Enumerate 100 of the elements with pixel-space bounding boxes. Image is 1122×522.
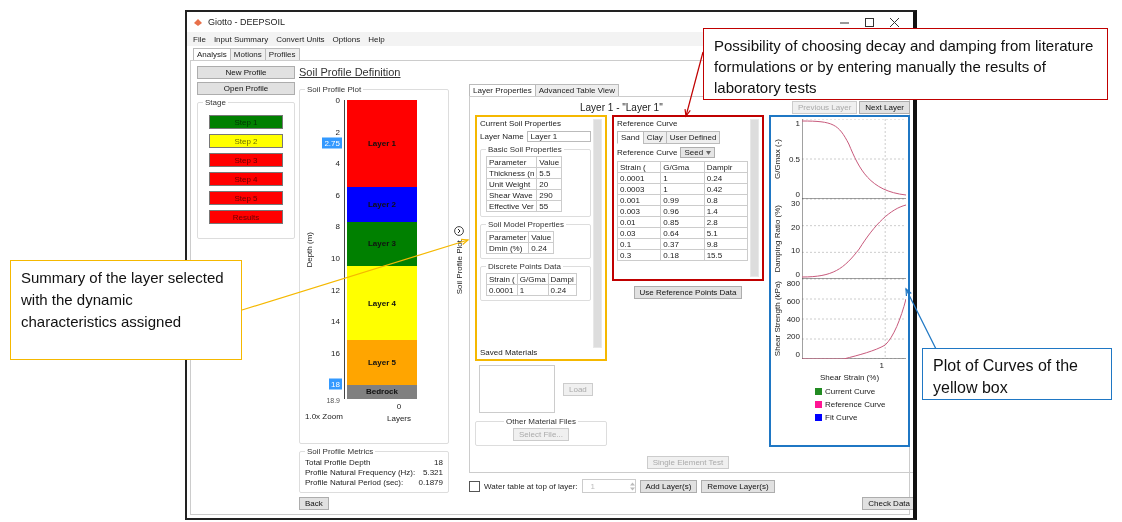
table-cell: 0.0003 bbox=[617, 183, 661, 195]
tick-label: 600 bbox=[786, 296, 800, 306]
axis-label: Shear Strength (kPa) bbox=[773, 281, 782, 357]
stage-step[interactable]: Step 2 bbox=[209, 134, 283, 148]
tick-label: 10 bbox=[331, 253, 340, 263]
group-title: Discrete Points Data bbox=[487, 262, 562, 271]
tick-label: 16 bbox=[331, 348, 340, 358]
table-cell: 0.24 bbox=[548, 284, 577, 296]
soil-layer[interactable]: Layer 3 bbox=[347, 221, 417, 267]
callout-note: Plot of Curves of the yellow box bbox=[922, 348, 1112, 400]
column-header: Parameter bbox=[486, 156, 537, 168]
tab[interactable]: Sand bbox=[617, 131, 644, 144]
table-cell: 0.24 bbox=[528, 242, 554, 254]
table-cell: 0.001 bbox=[617, 194, 661, 206]
dropdown[interactable]: Seed bbox=[680, 147, 716, 158]
metric-label: Profile Natural Period (sec): bbox=[305, 478, 404, 488]
input-field[interactable]: Layer 1 bbox=[526, 131, 591, 142]
tick-label: 0 bbox=[396, 402, 402, 411]
tick-label: 200 bbox=[786, 332, 800, 342]
tab[interactable]: Analysis bbox=[193, 48, 231, 60]
button[interactable]: Open Profile bbox=[197, 82, 295, 95]
table-cell: 2.8 bbox=[704, 216, 748, 228]
table-cell: 0.1 bbox=[617, 238, 661, 250]
spinner-icon bbox=[629, 481, 635, 491]
column-header: G/Gma bbox=[517, 273, 549, 285]
button[interactable]: Add Layer(s) bbox=[639, 479, 698, 493]
tab[interactable]: Clay bbox=[642, 131, 667, 144]
column-header: Parameter bbox=[486, 231, 529, 243]
tick-label: 0 bbox=[795, 350, 800, 359]
column-header: Value bbox=[536, 156, 562, 168]
legend-label: Reference Curve bbox=[825, 400, 886, 409]
group-title: Other Material Files bbox=[505, 417, 577, 426]
table-cell: 15.5 bbox=[704, 249, 748, 261]
layer-heading: Layer 1 - "Layer 1" bbox=[580, 101, 663, 113]
tick-label: 0 bbox=[795, 269, 800, 279]
close-icon[interactable] bbox=[890, 17, 899, 27]
table-cell: 1 bbox=[660, 172, 705, 184]
soil-layer[interactable]: Layer 5 bbox=[347, 340, 417, 385]
table-cell: 0.18 bbox=[660, 249, 705, 261]
button[interactable]: Next Layer bbox=[859, 100, 910, 114]
button[interactable]: Remove Layer(s) bbox=[701, 479, 775, 493]
tab[interactable]: Motions bbox=[229, 48, 266, 60]
table-cell: 0.3 bbox=[617, 249, 661, 261]
group-title: Saved Materials bbox=[480, 348, 539, 357]
maximize-icon[interactable] bbox=[865, 17, 874, 27]
callout-note: Possibility of choosing decay and damping from literature formulations or by entering manually the results of laboratory tests bbox=[703, 28, 1108, 100]
legend-label: Current Curve bbox=[825, 387, 876, 396]
column-header: Strain ( bbox=[617, 161, 661, 173]
tab[interactable]: Layer Properties bbox=[469, 84, 536, 96]
table-cell: 1.4 bbox=[704, 205, 748, 217]
group-title: Stage bbox=[204, 98, 227, 107]
table-cell: 1 bbox=[517, 284, 549, 296]
back-button[interactable]: Back bbox=[299, 497, 329, 510]
column-header: Value bbox=[528, 231, 554, 243]
field-label: Layer Name bbox=[480, 132, 524, 141]
zoom-label: 1.0x Zoom bbox=[305, 411, 344, 421]
app-icon bbox=[193, 17, 203, 27]
tick-label: 8 bbox=[335, 221, 340, 231]
legend-label: Fit Curve bbox=[825, 413, 858, 422]
metric-label: Total Profile Depth bbox=[305, 458, 371, 468]
tab[interactable]: User Defined bbox=[665, 131, 721, 144]
section-title: Soil Profile Definition bbox=[299, 66, 402, 80]
scrollbar[interactable] bbox=[593, 119, 602, 348]
table-cell: Shear Wave bbox=[486, 189, 537, 201]
metric-label: Profile Natural Frequency (Hz): bbox=[305, 468, 416, 478]
menu-item[interactable]: Options bbox=[332, 34, 361, 44]
metric-value: 5.321 bbox=[422, 468, 443, 478]
table-cell: 0.64 bbox=[660, 227, 705, 239]
button[interactable]: Check Data bbox=[862, 497, 913, 510]
menu-item[interactable]: Help bbox=[368, 34, 385, 44]
tab[interactable]: Advanced Table View bbox=[534, 84, 619, 96]
axis-label: Depth (m) bbox=[305, 231, 314, 268]
table-cell: 55 bbox=[536, 200, 562, 212]
menu-item[interactable]: File bbox=[193, 34, 206, 44]
table-cell: 5.5 bbox=[536, 167, 562, 179]
table-cell: 0.0001 bbox=[617, 172, 661, 184]
table-cell: 5.1 bbox=[704, 227, 748, 239]
axis-label: Damping Ratio (%) bbox=[773, 205, 782, 273]
button[interactable]: New Profile bbox=[197, 66, 295, 79]
field-label: Reference Curve bbox=[617, 148, 678, 157]
expand-icon[interactable] bbox=[454, 226, 464, 236]
group-title: Basic Soil Properties bbox=[487, 145, 563, 154]
tick-label: 30 bbox=[791, 199, 800, 208]
table-cell: 0.03 bbox=[617, 227, 661, 239]
checkbox[interactable] bbox=[469, 480, 480, 492]
table-cell: Effective Ver bbox=[486, 200, 537, 212]
tick-label: 1 bbox=[795, 119, 800, 128]
menu-item[interactable]: Convert Units bbox=[276, 34, 325, 44]
menu-item[interactable]: Input Summary bbox=[213, 34, 269, 44]
button[interactable]: Use Reference Points Data bbox=[633, 286, 743, 299]
soil-layer[interactable]: Layer 4 bbox=[347, 266, 417, 341]
tick-label: 1 bbox=[879, 361, 884, 370]
table-cell: 1 bbox=[660, 183, 705, 195]
table-cell: 0.96 bbox=[660, 205, 705, 217]
soil-layer[interactable]: Layer 1 bbox=[347, 100, 417, 187]
table-cell: 0.42 bbox=[704, 183, 748, 195]
table-cell: 290 bbox=[536, 189, 562, 201]
scrollbar[interactable] bbox=[750, 119, 759, 277]
tab[interactable]: Profiles bbox=[264, 48, 300, 60]
tick-label: 6 bbox=[335, 190, 340, 200]
